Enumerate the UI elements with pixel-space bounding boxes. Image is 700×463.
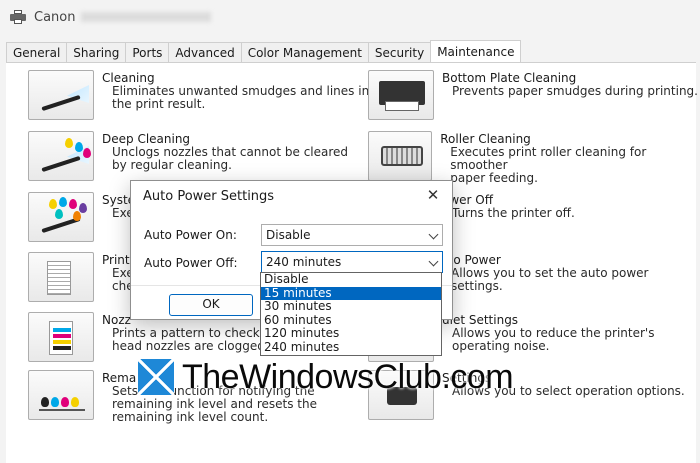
option-120-minutes[interactable]: 120 minutes (261, 326, 441, 341)
roller-cleaning-button[interactable] (368, 131, 433, 181)
bottom-plate-cleaning-item: Bottom Plate Cleaning Prevents paper smu… (368, 70, 698, 120)
nozzle-pattern-icon (49, 321, 73, 355)
printer-tray-icon (385, 101, 419, 111)
cleaning-button[interactable] (28, 70, 94, 120)
item-desc: Allows you to set the auto power setting… (451, 266, 649, 293)
dialog-title: Auto Power Settings (143, 189, 275, 204)
title-bar: Canon (0, 0, 700, 34)
deep-cleaning-button[interactable] (28, 131, 94, 181)
roller-cleaning-item: Roller Cleaning Executes print roller cl… (368, 131, 700, 185)
tab-strip: General Sharing Ports Advanced Color Man… (6, 40, 522, 63)
option-240-minutes[interactable]: 240 minutes (261, 340, 441, 355)
print-head-alignment-button[interactable] (28, 252, 94, 302)
chevron-down-icon (428, 256, 439, 267)
auto-power-off-label: Auto Power Off: (144, 256, 238, 270)
item-desc: the print result. (112, 97, 206, 111)
item-desc: che (112, 279, 134, 293)
nozzle-check-button[interactable] (28, 312, 94, 362)
chevron-down-icon (428, 229, 439, 240)
watermark-text: TheWindowsClub.com (182, 357, 514, 396)
item-desc: operating noise. (452, 339, 550, 353)
auto-power-off-options: Disable 15 minutes 30 minutes 60 minutes… (260, 272, 442, 356)
item-desc: by regular cleaning. (112, 158, 232, 172)
item-desc: remaining ink level count. (112, 410, 269, 424)
tab-security[interactable]: Security (367, 42, 431, 62)
alignment-sheet-icon (47, 261, 71, 295)
cleaning-item: Cleaning Eliminates unwanted smudges and… (28, 70, 369, 120)
item-desc: Executes print roller cleaning for smoot… (450, 145, 647, 172)
auto-power-on-label: Auto Power On: (144, 228, 237, 242)
option-60-minutes[interactable]: 60 minutes (261, 313, 441, 328)
option-30-minutes[interactable]: 30 minutes (261, 299, 441, 314)
window-title: Canon (34, 10, 212, 25)
bottom-plate-cleaning-button[interactable] (368, 70, 434, 120)
roller-icon (381, 146, 423, 166)
system-cleaning-button[interactable] (28, 192, 94, 242)
option-15-minutes[interactable]: 15 minutes (261, 286, 441, 300)
deep-cleaning-icon (41, 155, 81, 173)
item-desc: paper feeding. (450, 171, 538, 185)
auto-power-off-select[interactable]: 240 minutes (261, 251, 443, 273)
deep-cleaning-item: Deep Cleaning Unclogs nozzles that canno… (28, 131, 348, 181)
system-cleaning-item: Syste Exe (28, 192, 135, 242)
tab-sharing[interactable]: Sharing (66, 42, 126, 62)
tab-general[interactable]: General (6, 42, 67, 62)
option-disable[interactable]: Disable (261, 272, 441, 287)
cleaning-wand-icon (41, 94, 81, 112)
item-desc: head nozzles are clogged. (112, 339, 269, 353)
tab-maintenance[interactable]: Maintenance (430, 40, 522, 63)
tab-color-management[interactable]: Color Management (240, 42, 368, 62)
item-desc: Turns the printer off. (452, 206, 575, 220)
windows-logo-icon (138, 359, 178, 395)
tab-advanced[interactable]: Advanced (168, 42, 241, 62)
ink-level-icon (39, 409, 85, 411)
item-desc: Prevents paper smudges during printing. (452, 84, 698, 98)
print-head-alignment-item: Print Exe che (28, 252, 134, 302)
tab-ports[interactable]: Ports (125, 42, 169, 62)
remaining-ink-button[interactable] (28, 370, 94, 420)
watermark: TheWindowsClub.com (138, 357, 514, 397)
printer-icon (10, 10, 26, 24)
ok-button[interactable]: OK (169, 294, 253, 316)
auto-power-on-select[interactable]: Disable (261, 224, 443, 246)
close-icon[interactable]: ✕ (424, 186, 442, 204)
